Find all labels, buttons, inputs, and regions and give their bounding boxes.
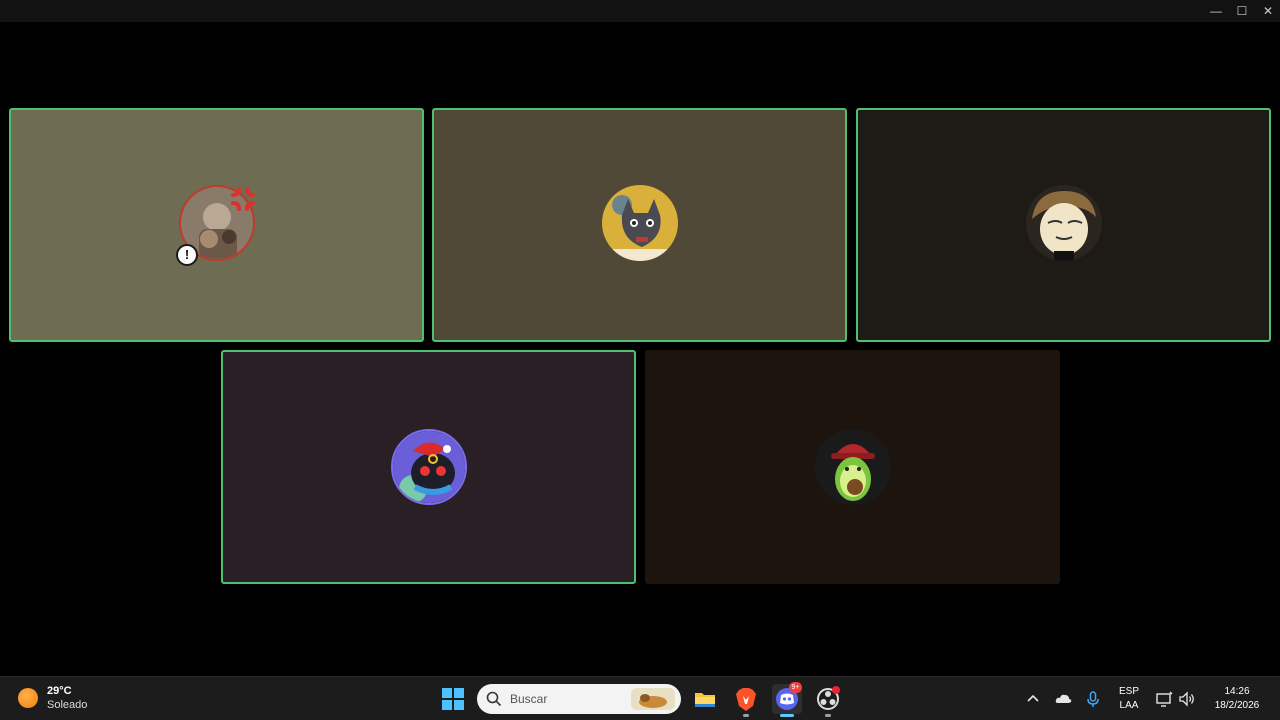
weather-temperature: 29°C <box>47 685 72 697</box>
obs-button[interactable] <box>813 684 843 717</box>
language-code: ESP <box>1118 686 1139 697</box>
close-button[interactable]: ✕ <box>1255 0 1280 22</box>
participant-tile-1[interactable]: ! <box>9 108 424 342</box>
warning-badge-icon: ! <box>176 244 198 266</box>
active-indicator <box>780 714 794 717</box>
search-placeholder: Buscar <box>510 692 548 706</box>
umbreon-avatar-icon <box>392 431 465 503</box>
sun-icon <box>18 688 38 708</box>
participant-avatar <box>814 429 891 505</box>
cat-avatar-icon <box>601 185 678 261</box>
file-explorer-icon <box>695 693 715 707</box>
input-language-indicator[interactable]: ESP LAA <box>1114 685 1144 713</box>
minimize-button[interactable]: — <box>1203 0 1229 22</box>
clock-time: 14:26 <box>1224 686 1250 697</box>
microphone-icon[interactable] <box>1083 689 1103 709</box>
show-hidden-icons-chevron-icon[interactable] <box>1023 689 1043 709</box>
running-indicator <box>743 714 749 717</box>
running-indicator <box>825 714 831 717</box>
obs-icon <box>817 686 840 710</box>
window-titlebar: — ☐ ✕ <box>0 0 1280 22</box>
participant-tile-4[interactable] <box>221 350 636 584</box>
anger-emoji-icon <box>231 187 255 211</box>
participant-tile-5[interactable] <box>645 350 1060 584</box>
brave-browser-button[interactable] <box>731 684 761 717</box>
windows-taskbar: 29°C Soleado Buscar 9+ ESP LAA 14:26 18/… <box>0 676 1280 720</box>
system-clock[interactable]: 14:26 18/2/2026 <box>1206 685 1268 713</box>
onedrive-cloud-icon[interactable] <box>1053 689 1073 709</box>
keyboard-layout-code: LAA <box>1119 700 1139 711</box>
participant-tile-3[interactable] <box>856 108 1271 342</box>
avocado-avatar-icon <box>814 429 891 505</box>
discord-button[interactable]: 9+ <box>772 682 802 717</box>
brave-browser-icon <box>736 688 756 711</box>
participant-avatar <box>601 185 678 261</box>
network-icon[interactable] <box>1154 689 1174 709</box>
cartoon-face-avatar-icon <box>1025 185 1102 261</box>
taskbar-search-box[interactable]: Buscar <box>477 684 681 714</box>
voice-call-stage: ! <box>0 22 1280 676</box>
volume-icon[interactable] <box>1177 689 1197 709</box>
search-highlight-art-icon <box>631 688 675 710</box>
participant-tile-2[interactable] <box>432 108 847 342</box>
maximize-button[interactable]: ☐ <box>1229 0 1255 22</box>
file-explorer-button[interactable] <box>690 684 720 714</box>
participant-avatar <box>390 429 467 505</box>
search-icon <box>486 691 502 707</box>
notification-badge: 9+ <box>789 682 802 693</box>
clock-date: 18/2/2026 <box>1214 700 1260 711</box>
weather-description: Soleado <box>47 699 88 711</box>
windows-start-icon <box>442 688 464 710</box>
participant-avatar <box>1025 185 1102 261</box>
start-button[interactable] <box>438 684 468 714</box>
